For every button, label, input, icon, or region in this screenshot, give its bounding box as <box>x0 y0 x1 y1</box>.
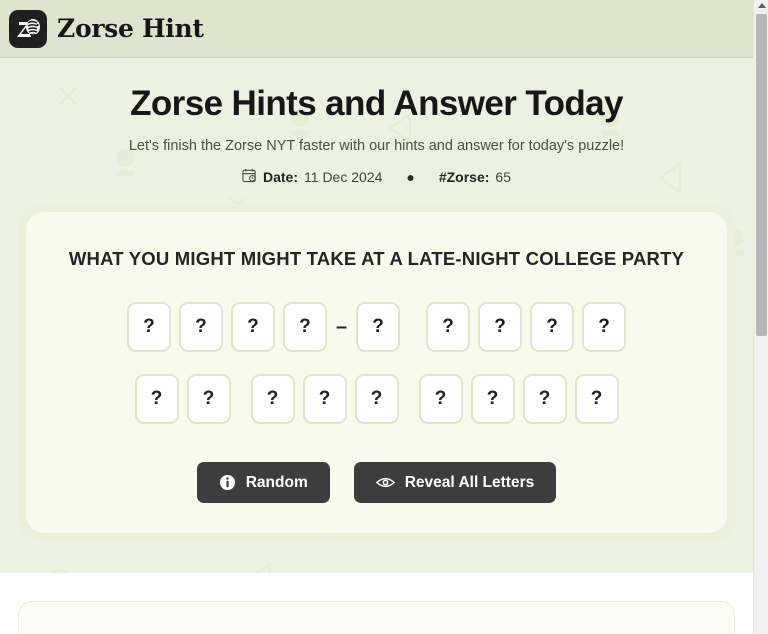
letter-tile[interactable]: ? <box>426 302 471 353</box>
letter-tile[interactable]: ? <box>230 302 275 353</box>
next-section-card <box>18 601 735 634</box>
next-section <box>0 573 753 634</box>
letter-tile[interactable]: ? <box>178 302 223 353</box>
zorse-zebra-logo-icon[interactable] <box>9 9 47 48</box>
calendar-icon <box>242 168 257 186</box>
letter-tile[interactable]: ? <box>478 302 523 353</box>
random-button-label: Random <box>245 473 308 491</box>
puzzle-card: WHAT YOU MIGHT MIGHT TAKE AT A LATE-NIGH… <box>26 212 727 534</box>
eye-icon <box>375 473 395 492</box>
browser-viewport: Zorse Hint Zorse Hints and Answer Today … <box>0 0 768 634</box>
random-button[interactable]: Random <box>196 462 330 504</box>
letter-tile[interactable]: ? <box>522 374 567 425</box>
info-icon <box>219 474 236 491</box>
hyphen-separator: – <box>335 316 348 339</box>
letter-tile[interactable]: ? <box>530 302 575 353</box>
puzzle-number-value: 65 <box>495 169 511 186</box>
answer-row-1: ? ? ? ? – ? ? ? ? ? <box>46 302 707 353</box>
page-content: Zorse Hint Zorse Hints and Answer Today … <box>0 0 753 634</box>
date-label: Date: <box>263 169 299 186</box>
letter-tile[interactable]: ? <box>302 374 347 425</box>
letter-tile[interactable]: ? <box>134 374 179 425</box>
reveal-button-label: Reveal All Letters <box>404 473 535 491</box>
page-subtitle: Let's finish the Zorse NYT faster with o… <box>128 138 625 155</box>
letter-tile[interactable]: ? <box>354 374 399 425</box>
hero-section: Zorse Hints and Answer Today Let's finis… <box>0 58 753 574</box>
puzzle-actions: Random Reveal All Letters <box>46 462 707 504</box>
reveal-all-letters-button[interactable]: Reveal All Letters <box>353 462 557 504</box>
letter-tile[interactable]: ? <box>470 374 515 425</box>
puzzle-number-label: #Zorse: <box>438 169 490 186</box>
answer-row-2: ? ? ? ? ? ? ? ? ? <box>46 374 707 425</box>
answer-word-group: ? ? <box>134 374 231 425</box>
letter-tile[interactable]: ? <box>356 302 401 353</box>
answer-word-group: ? ? ? ? <box>426 302 627 353</box>
answer-word-group: ? ? ? ? <box>126 302 327 353</box>
letter-tile[interactable]: ? <box>282 302 327 353</box>
brand-name[interactable]: Zorse Hint <box>57 14 204 43</box>
puzzle-meta: Date: 11 Dec 2024 ● #Zorse: 65 <box>0 168 753 186</box>
date-value: 11 Dec 2024 <box>304 169 383 186</box>
scrollbar-thumb[interactable] <box>756 14 767 336</box>
scroll-up-arrow-icon[interactable] <box>758 3 766 8</box>
letter-tile[interactable]: ? <box>186 374 231 425</box>
site-header: Zorse Hint <box>0 0 753 58</box>
page-title: Zorse Hints and Answer Today <box>130 84 623 123</box>
vertical-scrollbar[interactable] <box>753 0 768 634</box>
answer-word-group: ? ? ? <box>250 374 399 425</box>
answer-word-group: ? ? ? ? <box>418 374 619 425</box>
puzzle-card-outer: WHAT YOU MIGHT MIGHT TAKE AT A LATE-NIGH… <box>18 204 735 542</box>
letter-tile[interactable]: ? <box>418 374 463 425</box>
meta-separator: ● <box>406 169 415 186</box>
letter-tile[interactable]: ? <box>582 302 627 353</box>
puzzle-number-meta: #Zorse: 65 <box>439 169 511 185</box>
letter-tile[interactable]: ? <box>574 374 619 425</box>
letter-tile[interactable]: ? <box>126 302 171 353</box>
answer-word-group: ? <box>356 302 401 353</box>
date-meta: Date: 11 Dec 2024 <box>242 168 382 186</box>
letter-tile[interactable]: ? <box>250 374 295 425</box>
puzzle-clue: WHAT YOU MIGHT MIGHT TAKE AT A LATE-NIGH… <box>68 248 685 270</box>
